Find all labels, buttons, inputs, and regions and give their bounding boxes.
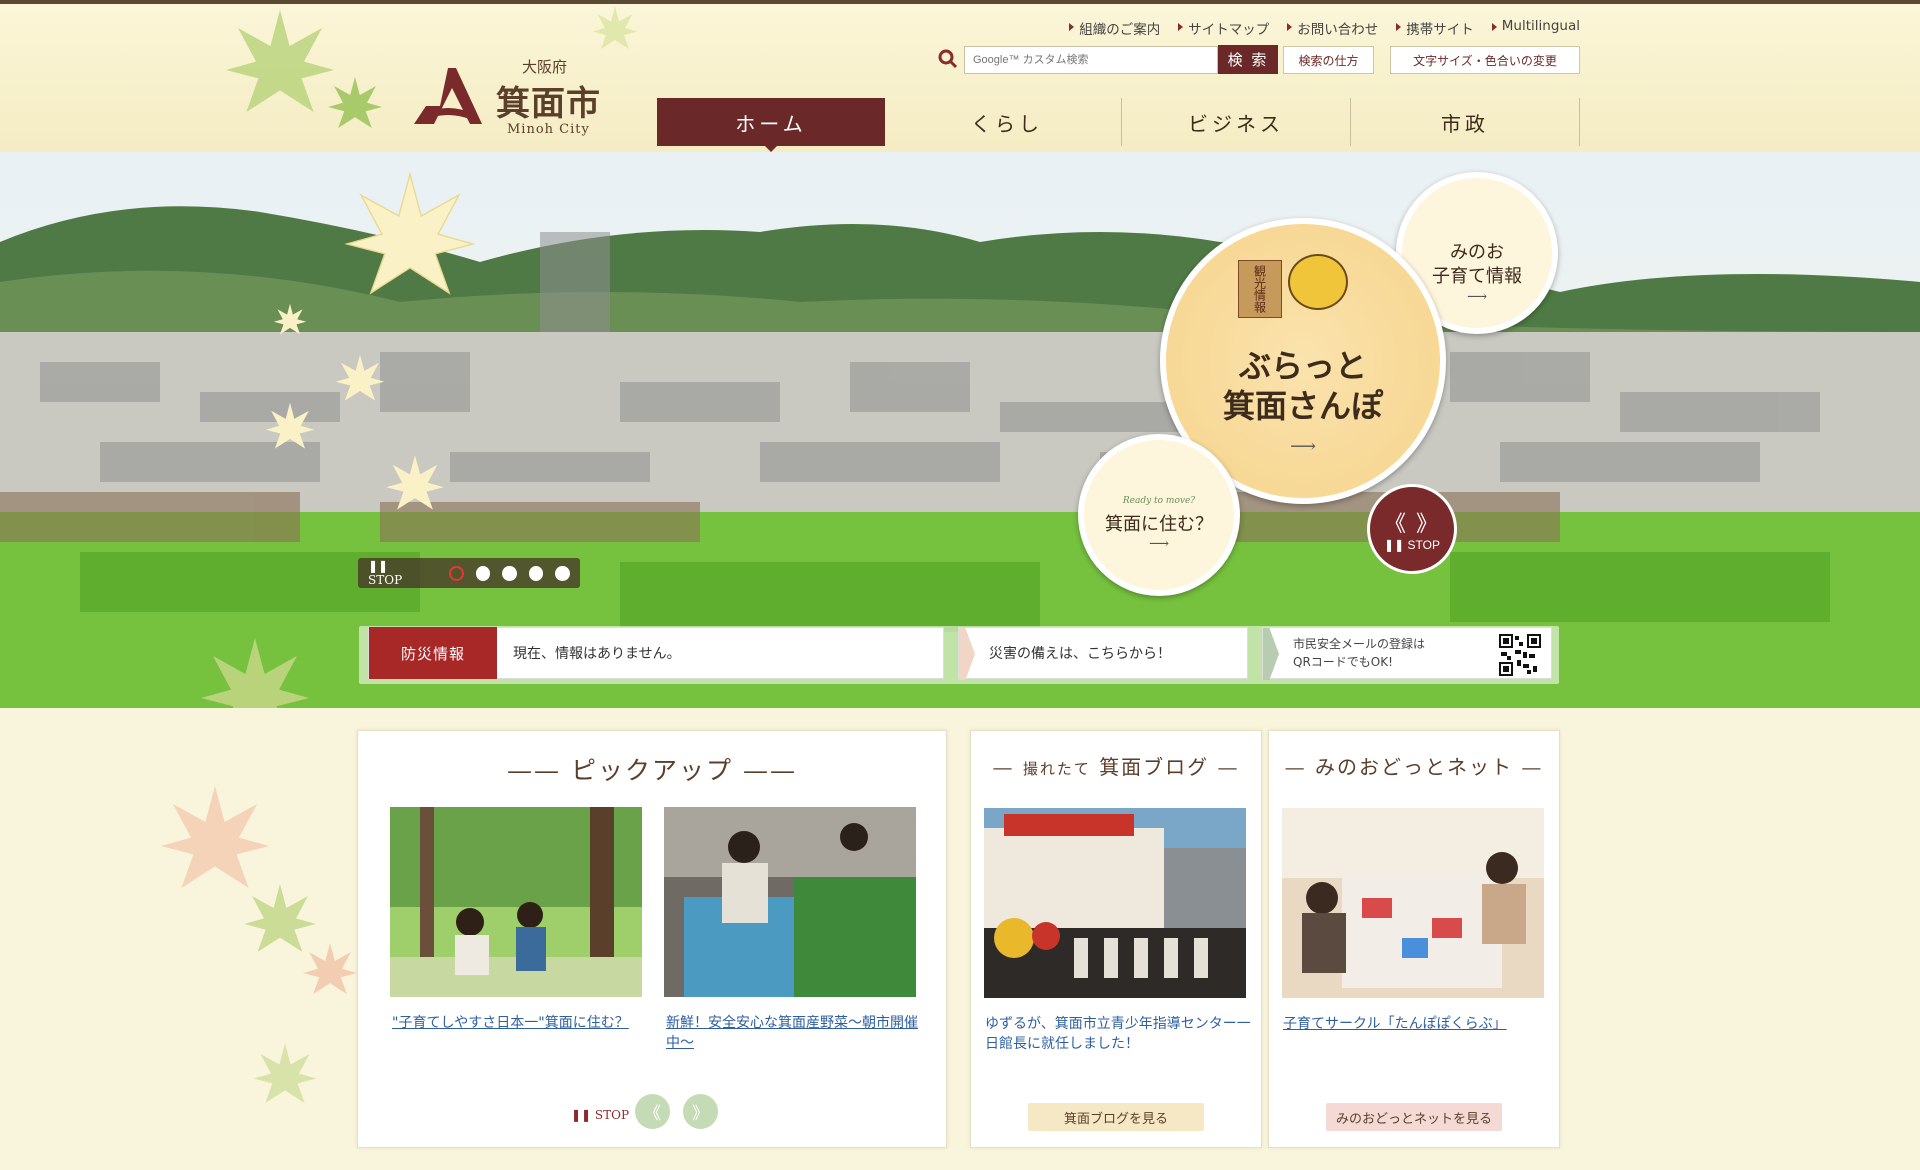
- global-nav: ホーム くらし ビジネス 市政: [657, 98, 1580, 152]
- hero-chevrons: 《 》: [1383, 511, 1441, 536]
- maple-leaf-icon: [320, 74, 390, 134]
- slider-dot[interactable]: [502, 565, 517, 581]
- slider-dot[interactable]: [475, 565, 491, 581]
- dotnet-link[interactable]: 子育てサークル「たんぽぽくらぶ」: [1283, 1014, 1549, 1034]
- blog-link[interactable]: ゆずるが、箕面市立青少年指導センター一日館長に就任しました！: [985, 1014, 1251, 1054]
- logo-english: Minoh City: [507, 122, 590, 137]
- arrow-right-icon: ⟶: [1466, 289, 1488, 305]
- maple-leaf-icon: [190, 632, 320, 708]
- live-bubble-title: 箕面に住む？: [1105, 514, 1213, 535]
- hero-stop-label: ❚❚ STOP: [1384, 538, 1440, 552]
- logo-prefecture: 大阪府: [522, 58, 568, 76]
- tab-city-government[interactable]: 市政: [1351, 98, 1580, 146]
- hero-banner: [0, 152, 1920, 708]
- site-logo[interactable]: 大阪府 箕面市 Minoh City: [412, 52, 602, 142]
- pickup-section: —— ピックアップ —— "子育てしやすさ日本一"箕面に住む？ 新鮮！安全安心な…: [357, 730, 947, 1148]
- city-emblem-icon: [412, 66, 484, 128]
- blog-more-button[interactable]: 箕面ブログを見る: [1028, 1103, 1204, 1131]
- search-button[interactable]: 検 索: [1218, 45, 1278, 74]
- pickup-link-1[interactable]: "子育てしやすさ日本一"箕面に住む？: [392, 1013, 642, 1033]
- font-size-color-button[interactable]: 文字サイズ・色合いの変更: [1390, 46, 1580, 74]
- prev-chevron-icon[interactable]: 《: [635, 1094, 670, 1129]
- maple-leaf-icon: [260, 400, 320, 454]
- blog-image[interactable]: [984, 808, 1246, 998]
- utility-link-organization[interactable]: 組織のご案内: [1069, 18, 1160, 38]
- maple-leaf-icon: [270, 302, 310, 338]
- maple-leaf-icon: [340, 162, 480, 312]
- pickup-title: —— ピックアップ ——: [507, 756, 797, 785]
- dotnet-image[interactable]: [1282, 808, 1544, 998]
- utility-link-mobile[interactable]: 携帯サイト: [1396, 18, 1474, 38]
- pickup-link-2[interactable]: 新鮮！安全安心な箕面産野菜～朝市開催中～: [666, 1013, 920, 1053]
- maple-leaf-icon: [560, 4, 670, 54]
- disaster-info-text: 現在、情報はありません。: [513, 646, 681, 662]
- pickup-stop-button[interactable]: ❚❚ STOP: [571, 1108, 629, 1122]
- tab-home[interactable]: ホーム: [657, 98, 885, 152]
- tab-living[interactable]: くらし: [893, 98, 1122, 146]
- main-bubble-title-2: 箕面さんぽ: [1222, 386, 1383, 425]
- maple-leaf-icon: [300, 940, 360, 1000]
- kids-bubble-title-1: みのお: [1450, 242, 1504, 263]
- safety-mail-link[interactable]: 市民安全メールの登録は QRコードでもOK!: [1262, 627, 1552, 679]
- slider-dot[interactable]: [528, 565, 544, 581]
- hero-stop-button[interactable]: 《 》 ❚❚ STOP: [1367, 484, 1457, 574]
- dotnet-title: — みのおどっとネット —: [1284, 755, 1544, 779]
- slider-dot[interactable]: [555, 565, 570, 581]
- logo-city-name: 箕面市: [496, 84, 601, 124]
- utility-link-contact[interactable]: お問い合わせ: [1287, 18, 1378, 38]
- search-help-button[interactable]: 検索の仕方: [1283, 46, 1374, 74]
- maple-leaf-icon: [380, 452, 450, 516]
- utility-link-multilingual[interactable]: Multilingual: [1491, 18, 1580, 38]
- live-in-minoh-bubble[interactable]: Ready to move? 箕面に住む？ ⟶: [1078, 434, 1240, 596]
- live-bubble-subtitle: Ready to move?: [1122, 496, 1196, 506]
- site-header: 大阪府 箕面市 Minoh City 組織のご案内 サイトマップ お問い合わせ …: [0, 4, 1920, 152]
- arrow-right-icon: ⟶: [1148, 536, 1170, 552]
- dotnet-more-button[interactable]: みのおどっとネットを見る: [1326, 1103, 1502, 1131]
- blog-title: — 撮れたて 箕面ブログ —: [992, 755, 1240, 779]
- utility-link-sitemap[interactable]: サイトマップ: [1178, 18, 1269, 38]
- sightseeing-badge: 観光情報: [1238, 260, 1282, 318]
- pickup-image-2[interactable]: [664, 807, 916, 997]
- maple-leaf-icon: [250, 1040, 320, 1110]
- disaster-info-label: 防災情報: [369, 627, 497, 679]
- maple-leaf-icon: [330, 352, 390, 406]
- blog-section: — 撮れたて 箕面ブログ — ゆずるが、箕面市立青少年指導センター一日館長に就任…: [970, 730, 1262, 1148]
- main-bubble-title-1: ぶらっと: [1238, 346, 1367, 385]
- disaster-info-panel[interactable]: 防災情報 現在、情報はありません。: [368, 627, 944, 679]
- qr-code-icon: [1499, 634, 1541, 676]
- safety-mail-line1: 市民安全メールの登録は: [1293, 637, 1426, 651]
- kids-bubble-title-2: 子育て情報: [1432, 266, 1522, 287]
- slider-stop-button[interactable]: ❚❚ STOP: [368, 559, 423, 587]
- disaster-prep-link[interactable]: 災害の備えは、こちらから！: [958, 627, 1248, 679]
- utility-nav: 組織のご案内 サイトマップ お問い合わせ 携帯サイト Multilingual: [1050, 18, 1580, 38]
- pickup-image-1[interactable]: [390, 807, 642, 997]
- slider-controls: ❚❚ STOP: [358, 558, 580, 588]
- arrow-right-icon: ⟶: [1290, 435, 1316, 457]
- safety-mail-line2: QRコードでもOK!: [1293, 655, 1393, 669]
- slider-dot[interactable]: [449, 565, 464, 581]
- mascot-icon: [1288, 254, 1348, 310]
- dotnet-section: — みのおどっとネット — 子育てサークル「たんぽぽくらぶ」 みのおどっとネット…: [1268, 730, 1560, 1148]
- search-input[interactable]: [964, 46, 1218, 74]
- tab-business[interactable]: ビジネス: [1122, 98, 1351, 146]
- next-chevron-icon[interactable]: 》: [683, 1094, 718, 1129]
- search-icon: [938, 49, 958, 69]
